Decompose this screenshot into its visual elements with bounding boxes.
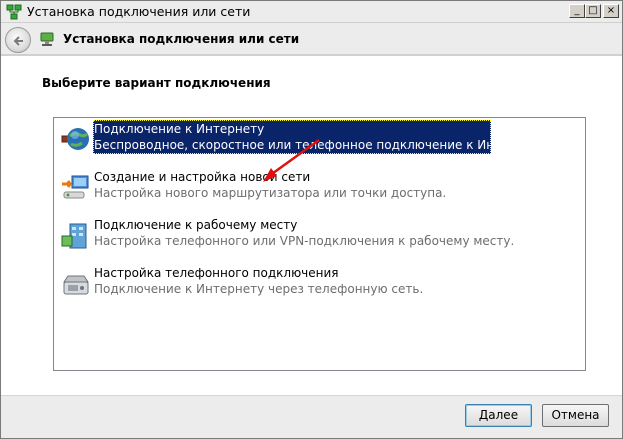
close-button[interactable]: × [603, 4, 619, 18]
option-workplace[interactable]: Подключение к рабочему месту Настройка т… [57, 216, 583, 256]
annotation-arrow-icon [263, 138, 320, 182]
prompt-heading: Выберите вариант подключения [42, 76, 271, 90]
back-arrow-icon [13, 36, 23, 46]
header-nav: Установка подключения или сети [1, 23, 622, 55]
window-title: Установка подключения или сети [27, 4, 251, 19]
page-title: Установка подключения или сети [63, 32, 300, 46]
globe-icon [60, 124, 92, 156]
maximize-button[interactable]: □ [585, 4, 601, 18]
option-description: Настройка телефонного или VPN-подключени… [94, 234, 515, 248]
option-title: Подключение к Интернету [94, 122, 265, 136]
option-description: Подключение к Интернету через телефонную… [94, 282, 424, 296]
dialog-window: Установка подключения или сети _ □ × Уст… [0, 0, 623, 439]
option-description: Настройка нового маршрутизатора или точк… [94, 186, 447, 200]
option-title: Подключение к рабочему месту [94, 218, 298, 232]
title-bar: Установка подключения или сети _ □ × [1, 1, 622, 23]
back-button[interactable] [5, 27, 31, 53]
next-button[interactable]: Далее [465, 404, 532, 427]
content-area: Выберите вариант подключения Подключение… [1, 56, 622, 395]
dialog-footer: Далее Отмена [1, 395, 622, 438]
phone-modem-icon [60, 268, 92, 300]
cancel-button[interactable]: Отмена [542, 404, 609, 427]
new-network-icon [60, 172, 92, 204]
option-dialup[interactable]: Настройка телефонного подключения Подклю… [57, 264, 583, 304]
network-icon [6, 4, 22, 20]
network-setup-icon [39, 31, 55, 47]
option-title: Настройка телефонного подключения [94, 266, 339, 280]
minimize-button[interactable]: _ [569, 4, 585, 18]
workplace-icon [60, 220, 92, 252]
